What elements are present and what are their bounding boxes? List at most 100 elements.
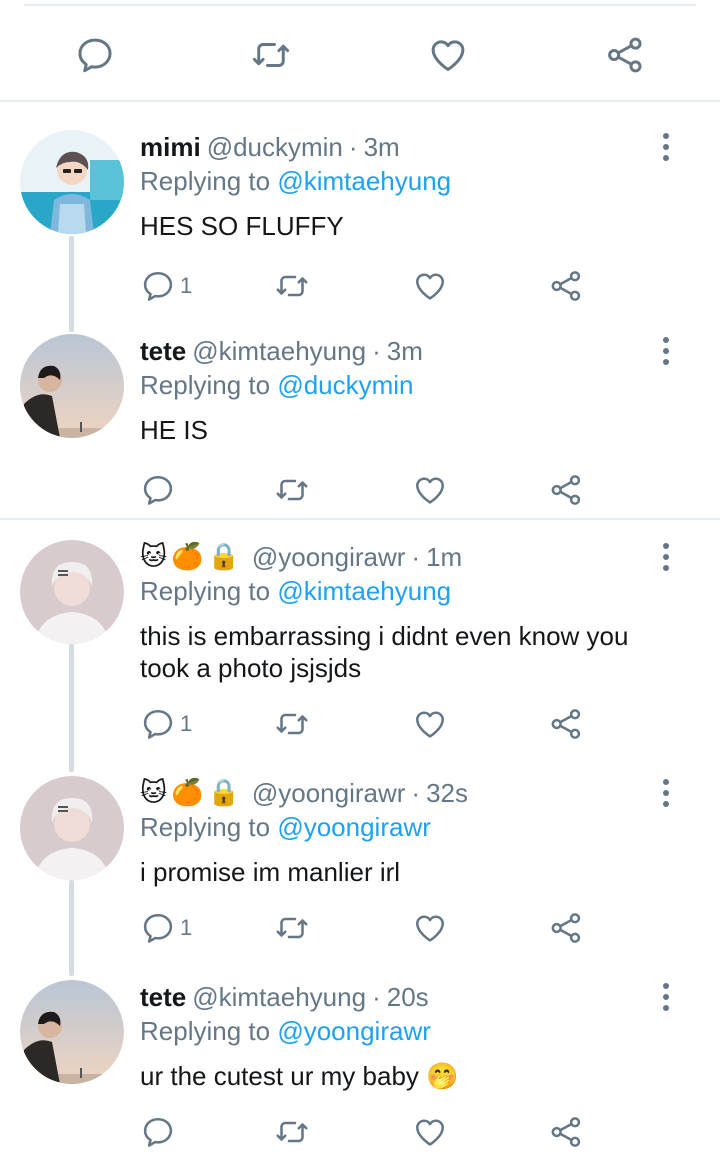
tweet-action-bar [140,468,600,512]
share-button[interactable] [548,468,584,512]
like-button[interactable] [412,264,448,308]
username[interactable]: @kimtaehyung [192,982,366,1013]
more-vertical-icon [663,790,669,796]
reply-count: 1 [180,273,193,298]
more-options-button[interactable] [652,980,680,1014]
tweet-text-line: took a photo jsjsjds [140,653,362,683]
retweet-button[interactable] [274,1110,310,1154]
like-button[interactable] [412,1110,448,1154]
reply-button[interactable]: 1 [140,702,192,746]
display-name[interactable]: tete [140,982,186,1013]
reply-button[interactable] [140,468,180,512]
reply-icon [140,1114,176,1150]
tweet-text-line: this is embarrassing i didnt even know y… [140,621,629,651]
heart-icon [412,268,448,304]
reply-button[interactable] [70,30,120,80]
more-vertical-icon [663,144,669,150]
mention-link[interactable]: @kimtaehyung [277,576,451,606]
tweet-text-content: ur the cutest ur my baby [140,1061,419,1091]
like-button[interactable] [423,30,473,80]
username[interactable]: @duckymin [207,132,343,163]
mention-link[interactable]: @duckymin [277,370,413,400]
separator: · [411,777,421,808]
more-vertical-icon [663,779,669,785]
reply-button[interactable]: 1 [140,906,192,950]
separator: · [411,541,421,572]
tweet-action-bar: 1 [140,702,600,746]
display-name[interactable]: 🐱 🍊 🔒 [140,780,244,806]
share-icon [604,34,646,76]
share-button[interactable] [548,1110,584,1154]
timestamp[interactable]: 32s [426,778,468,809]
avatar[interactable] [20,334,124,438]
tweet-action-bar [140,1110,600,1154]
avatar[interactable] [20,776,124,880]
more-vertical-icon [663,554,669,560]
retweet-button[interactable] [274,264,310,308]
tweet-text: i promise im manlier irl [140,857,401,887]
cat-emoji: 🐱 [140,778,168,808]
timestamp[interactable]: 20s [387,982,429,1013]
heart-icon [412,910,448,946]
display-name[interactable]: tete [140,336,186,367]
retweet-button[interactable] [246,30,296,80]
more-options-button[interactable] [652,130,680,164]
replying-to-label: Replying to [140,812,278,842]
timestamp[interactable]: 3m [364,132,400,163]
thread-connector [69,644,74,772]
username[interactable]: @yoongirawr [252,778,406,809]
share-icon [548,472,584,508]
timestamp[interactable]: 3m [387,336,423,367]
more-options-button[interactable] [652,776,680,810]
avatar[interactable] [20,980,124,1084]
display-name[interactable]: 🐱 🍊 🔒 [140,544,244,570]
reply-count: 1 [180,711,193,736]
tweet-action-bar: 1 [140,264,600,308]
share-button[interactable] [548,702,584,746]
timestamp[interactable]: 1m [426,542,462,573]
retweet-icon [274,1114,310,1150]
more-vertical-icon [663,155,669,161]
avatar[interactable] [20,130,124,234]
share-button[interactable] [600,30,650,80]
hand-over-mouth-emoji: 🤭 [426,1062,459,1092]
more-vertical-icon [663,1005,669,1011]
reply-count: 1 [180,915,193,940]
share-button[interactable] [548,264,584,308]
like-button[interactable] [412,702,448,746]
more-vertical-icon [663,133,669,139]
mention-link[interactable]: @yoongirawr [277,812,431,842]
more-vertical-icon [663,359,669,365]
retweet-button[interactable] [274,702,310,746]
mention-link[interactable]: @yoongirawr [277,1016,431,1046]
retweet-button[interactable] [274,906,310,950]
cat-emoji: 🐱 [140,542,168,572]
share-button[interactable] [548,906,584,950]
more-options-button[interactable] [652,540,680,574]
replying-to: Replying to @kimtaehyung [140,576,451,607]
lock-icon: 🔒 [207,542,240,572]
section-divider [0,518,720,520]
username[interactable]: @yoongirawr [252,542,406,573]
avatar[interactable] [20,540,124,644]
replying-to-label: Replying to [140,1016,278,1046]
heart-icon [412,472,448,508]
like-button[interactable] [412,906,448,950]
share-icon [548,706,584,742]
tweet-header: tete @kimtaehyung · 3m [140,334,423,368]
retweet-icon [274,910,310,946]
replying-to-label: Replying to [140,166,278,196]
reply-button[interactable]: 1 [140,264,192,308]
thread-connector [69,236,74,332]
more-options-button[interactable] [652,334,680,368]
reply-button[interactable] [140,1110,180,1154]
mention-link[interactable]: @kimtaehyung [277,166,451,196]
like-button[interactable] [412,468,448,512]
display-name[interactable]: mimi [140,132,201,163]
retweet-button[interactable] [274,468,310,512]
replying-to-label: Replying to [140,370,278,400]
more-vertical-icon [663,565,669,571]
replying-to: Replying to @yoongirawr [140,812,431,843]
tweet-header: mimi @duckymin · 3m [140,130,400,164]
username[interactable]: @kimtaehyung [192,336,366,367]
